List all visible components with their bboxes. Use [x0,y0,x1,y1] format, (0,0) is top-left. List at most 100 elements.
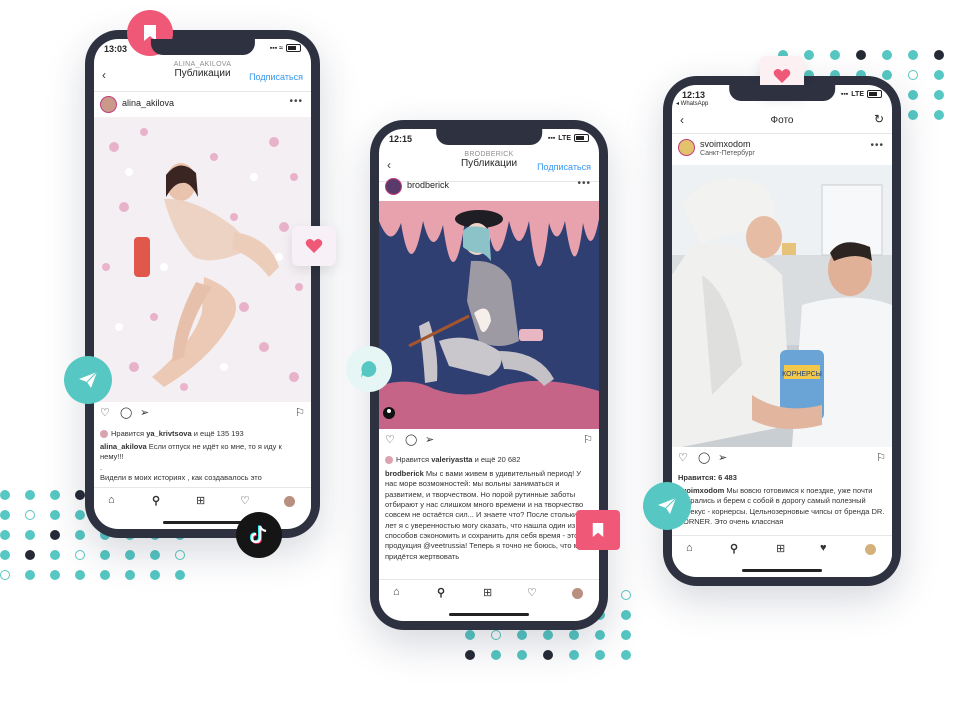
post-username[interactable]: brodberick [407,180,449,190]
status-signal-icons: ▪▪▪ LTE [841,90,882,98]
heart-badge-1 [292,226,336,266]
search-icon[interactable]: ⚲ [152,494,160,507]
post-caption: brodberick Мы с вами живем в удивительны… [385,469,588,561]
post-actions: ♡ ◯ ➢ ⚐ [100,406,305,422]
notch [150,39,255,55]
paper-plane-badge-1 [64,356,112,404]
activity-icon[interactable]: ♥ [820,542,827,554]
post-image-couple: КОРНЕРСЫ [672,165,892,447]
home-indicator [449,613,529,616]
bookmark-badge-mid [576,510,620,550]
share-icon[interactable]: ➢ [718,451,727,464]
post-caption: svoimxodom Мы вовсю готовимся к поездке,… [678,486,885,527]
caption-username[interactable]: brodberick [385,469,424,478]
status-time: 12:13 [682,90,706,100]
home-indicator [162,521,243,524]
post-header: svoimxodom Санкт-Петербург ••• [672,137,892,165]
post-image-artist [379,201,599,429]
home-icon[interactable]: ⌂ [686,542,693,554]
follow-button[interactable]: Подписаться [537,162,591,172]
add-icon[interactable]: ⊞ [776,542,785,555]
heart-icon [305,239,323,253]
home-icon[interactable]: ⌂ [393,586,400,598]
liker-name[interactable]: ya_krivtsova [146,429,191,438]
post-location[interactable]: Санкт-Петербург [700,150,755,157]
post-photo [94,117,311,402]
activity-icon[interactable]: ♡ [527,586,537,599]
phone-2: 12:15 ▪▪▪ LTE ‹ BRODBERICK Публикации По… [370,120,608,630]
liker-avatar [385,456,393,465]
post-caption: alina_akilova Если отпуск не идёт ко мне… [100,442,282,483]
liker-name[interactable]: valeriyastta [431,455,472,464]
comment-icon[interactable]: ◯ [405,433,417,446]
follow-button[interactable]: Подписаться [249,72,303,82]
post-username[interactable]: alina_akilova [122,98,174,108]
home-icon[interactable]: ⌂ [108,494,115,506]
profile-icon[interactable] [572,588,583,599]
post-actions: ♡ ◯ ➢ ⚐ [385,433,593,449]
photo-nav-bar: ‹ Фото ↻ [672,109,892,134]
back-to-app-link[interactable]: ◂ WhatsApp [676,100,708,107]
tab-bar: ⌂ ⚲ ⊞ ♡ [379,579,599,608]
bookmark-icon[interactable]: ⚐ [583,433,593,446]
post-header: brodberick ••• [379,175,599,199]
likes-line: Нравится ya_krivtsova и ещё 135 193 [100,429,305,439]
heart-icon[interactable]: ♡ [100,406,110,419]
notch [729,85,835,101]
paper-plane-badge-2 [643,482,691,530]
activity-icon[interactable]: ♡ [240,494,250,507]
more-options-icon[interactable]: ••• [870,140,884,151]
post-actions: ♡ ◯ ➢ ⚐ [678,451,886,467]
home-indicator [742,569,822,572]
share-icon[interactable]: ➢ [140,406,149,419]
snack-pack-label: КОРНЕРСЫ [782,371,822,378]
status-time: 13:03 [104,44,128,54]
more-options-icon[interactable]: ••• [289,96,303,107]
refresh-icon[interactable]: ↻ [874,112,884,126]
post-header: alina_akilova ••• [94,93,311,117]
avatar[interactable] [100,96,117,113]
tiktok-badge [236,512,282,558]
battery-icon [286,44,301,52]
tab-bar: ⌂ ⚲ ⊞ ♡ [94,487,311,516]
paper-plane-icon [658,497,677,514]
notch [436,129,542,145]
status-time: 12:15 [389,134,413,144]
heart-icon[interactable]: ♡ [385,433,395,446]
more-options-icon[interactable]: ••• [577,178,591,189]
profile-icon[interactable] [865,544,876,555]
paper-plane-icon [79,371,98,388]
tab-bar: ⌂ ⚲ ⊞ ♥ [672,535,892,564]
comment-icon[interactable]: ◯ [698,451,710,464]
phone-1: 13:03 ▪▪▪ ≈ ‹ ALINA_AKILOVA Публикации П… [85,30,320,538]
phone-3: 12:13 ◂ WhatsApp ▪▪▪ LTE ‹ Фото ↻ svoimx… [663,76,901,586]
status-signal-icons: ▪▪▪ LTE [548,134,589,142]
comment-icon[interactable]: ◯ [120,406,132,419]
bookmark-icon[interactable]: ⚐ [876,451,886,464]
phone-2-screen: 12:15 ▪▪▪ LTE ‹ BRODBERICK Публикации По… [379,129,599,621]
profile-icon[interactable] [284,496,295,507]
nav-title: Фото [770,115,794,126]
add-icon[interactable]: ⊞ [196,494,205,507]
likes-line: Нравится valeriyastta и ещё 20 682 [385,455,593,465]
bookmark-icon[interactable]: ⚐ [295,406,305,419]
bookmark-icon [592,523,604,537]
likes-line: Нравится: 6 483 [678,473,737,482]
share-icon[interactable]: ➢ [425,433,434,446]
status-signal-icons: ▪▪▪ ≈ [270,44,301,52]
heart-icon[interactable]: ♡ [678,451,688,464]
add-icon[interactable]: ⊞ [483,586,492,599]
post-nav-bar: ‹ ALINA_AKILOVA Публикации Подписаться [94,61,311,92]
nav-account-name: ALINA_AKILOVA [173,61,232,68]
post-photo: КОРНЕРСЫ [672,165,892,447]
tiktok-icon [250,525,267,544]
avatar[interactable] [678,139,695,156]
post-username[interactable]: svoimxodom [700,139,751,149]
caption-username[interactable]: alina_akilova [100,442,147,451]
search-icon[interactable]: ⚲ [437,586,445,599]
post-image-bath [94,117,311,402]
search-icon[interactable]: ⚲ [730,542,738,555]
liker-avatar [100,430,108,439]
chat-bubble-badge [346,346,392,392]
avatar[interactable] [385,178,402,195]
